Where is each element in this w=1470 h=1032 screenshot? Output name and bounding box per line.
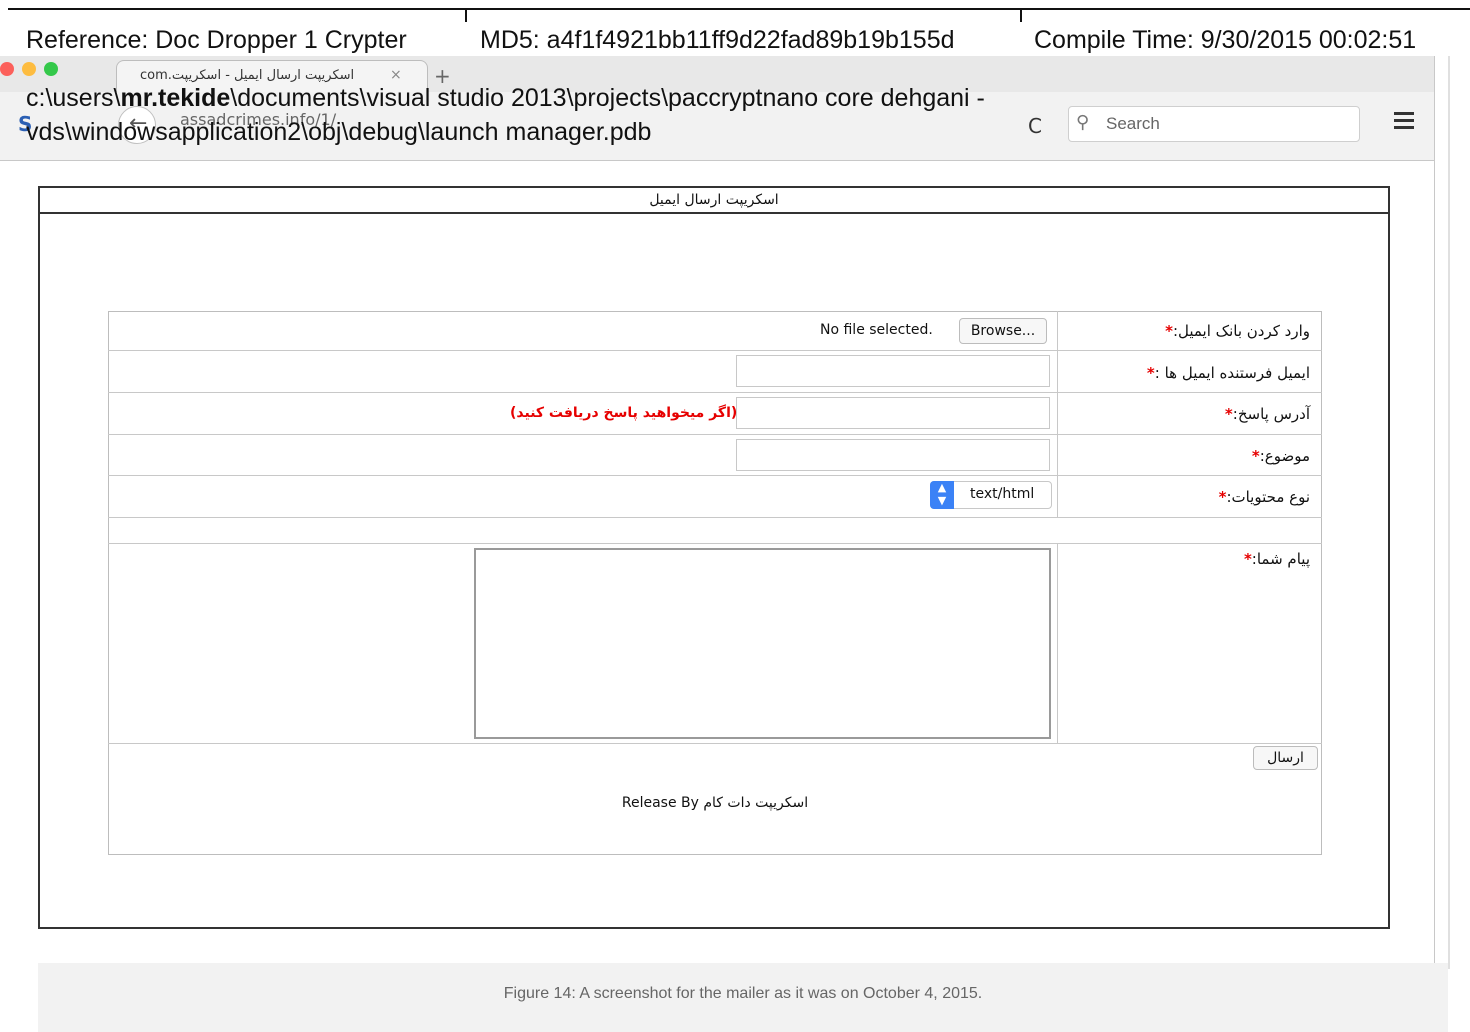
row-divider — [108, 475, 1322, 476]
row-divider — [108, 350, 1322, 351]
pdb-path-line2: vds\windowsapplication2\obj\debug\launch… — [26, 118, 652, 146]
content-type-value: text/html — [970, 486, 1035, 502]
select-arrows-icon[interactable]: ▲ ▼ — [930, 481, 954, 509]
md5-text: MD5: a4f1f4921bb11ff9d22fad89b19b155d — [480, 26, 955, 54]
subject-field[interactable] — [736, 439, 1050, 471]
tab-title: اسکریپت ارسال ایمیل - اسکریپت.com — [140, 68, 355, 83]
row-divider — [108, 743, 1322, 744]
pdb-path-line1: c:\users\mr.tekide\documents\visual stud… — [26, 84, 985, 113]
figure-caption: Figure 14: A screenshot for the mailer a… — [503, 985, 983, 1002]
search-placeholder: Search — [1106, 114, 1160, 133]
tab-close-icon[interactable]: × — [390, 67, 402, 83]
required-mark: * — [1146, 364, 1155, 382]
no-file-text: No file selected. — [820, 322, 933, 338]
reload-icon[interactable]: C — [1028, 114, 1042, 138]
email-bank-label: وارد کردن بانک ایمیل:* — [1165, 322, 1310, 340]
compile-time-text: Compile Time: 9/30/2015 00:02:51 — [1034, 26, 1417, 54]
sender-email-label: ایمیل فرستنده ایمیل ها :* — [1146, 364, 1310, 382]
reference-text: Reference: Doc Dropper 1 Crypter — [26, 26, 407, 54]
release-footer: اسکریپت دات کام Release By — [621, 795, 809, 811]
page-title: اسکریپت ارسال ایمیل — [40, 188, 1388, 214]
message-textarea[interactable] — [474, 548, 1051, 739]
content-type-label: نوع محتویات:* — [1218, 488, 1310, 506]
required-mark: * — [1243, 550, 1252, 568]
annotation-divider — [1020, 8, 1022, 22]
subject-label: موضوع:* — [1251, 447, 1310, 465]
message-label: پیام شما:* — [1243, 550, 1310, 568]
window-edge — [1434, 56, 1435, 969]
row-divider — [108, 543, 1322, 544]
menu-icon[interactable] — [1394, 112, 1414, 133]
zoom-window-icon[interactable] — [44, 62, 58, 76]
annotation-divider — [465, 8, 467, 22]
close-window-icon[interactable] — [0, 62, 14, 76]
row-divider — [108, 434, 1322, 435]
scrollbar-track[interactable] — [1448, 56, 1450, 969]
row-divider — [108, 517, 1322, 518]
pdb-prefix: c:\users\ — [26, 84, 121, 112]
annotation-top-border — [8, 8, 1470, 10]
reply-note: (اگر میخواهید پاسخ دریافت کنید) — [510, 405, 738, 421]
search-icon: ⚲ — [1076, 112, 1090, 133]
required-mark: * — [1251, 447, 1260, 465]
reply-address-label: آدرس پاسخ:* — [1224, 405, 1310, 423]
sender-email-field[interactable] — [736, 355, 1050, 387]
column-divider — [1057, 543, 1058, 743]
pdb-username: mr.tekide — [120, 84, 231, 112]
row-divider — [108, 392, 1322, 393]
send-button[interactable]: ارسال — [1253, 746, 1318, 770]
minimize-window-icon[interactable] — [22, 62, 36, 76]
required-mark: * — [1224, 405, 1233, 423]
pdb-suffix: \documents\visual studio 2013\projects\p… — [230, 84, 985, 112]
reply-address-field[interactable] — [736, 397, 1050, 429]
required-mark: * — [1165, 322, 1173, 340]
column-divider — [1057, 311, 1058, 517]
browse-button[interactable]: Browse... — [959, 318, 1047, 344]
